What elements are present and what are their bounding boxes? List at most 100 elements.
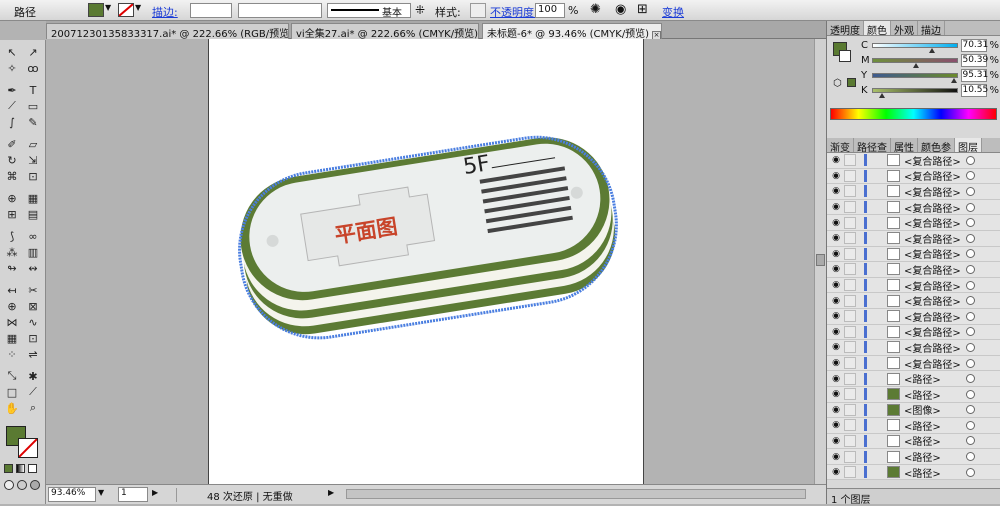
target-icon[interactable] <box>966 186 975 196</box>
gradient-tool-icon[interactable]: ▤ <box>23 206 43 222</box>
target-icon[interactable] <box>966 296 975 306</box>
align-icon[interactable]: ⊞ <box>637 2 648 17</box>
layers-panel-tab[interactable]: 颜色参 <box>918 138 955 154</box>
lock-toggle[interactable] <box>844 450 856 463</box>
target-icon[interactable] <box>966 249 975 259</box>
opacity-label[interactable]: 不透明度: <box>490 4 538 20</box>
brush-field[interactable]: 基本 <box>327 3 411 19</box>
scissors-tool-icon[interactable]: ✂ <box>23 282 43 298</box>
stroke-none-swatch[interactable] <box>118 3 134 17</box>
none-mode-button[interactable] <box>28 464 37 473</box>
target-icon[interactable] <box>966 202 975 212</box>
layer-row[interactable]: ◉ <图像> <box>827 402 1000 419</box>
type-tool-icon[interactable]: T <box>23 82 43 98</box>
layer-row[interactable]: ◉ <复合路径> <box>827 184 1000 200</box>
globe-tool-icon[interactable]: ⊕ <box>2 298 22 314</box>
zoom-dropdown-icon[interactable]: ▼ <box>98 488 104 497</box>
slider-thumb[interactable] <box>878 93 885 98</box>
lasso-tool-icon[interactable]: ꝏ <box>23 60 43 76</box>
target-icon[interactable] <box>966 420 975 430</box>
eye-icon[interactable]: ◉ <box>830 217 842 229</box>
arrow-tool-icon[interactable]: ⇌ <box>23 346 43 362</box>
target-icon[interactable] <box>966 264 975 274</box>
shape-builder-tool-icon[interactable]: ⊕ <box>2 190 22 206</box>
lock-toggle[interactable] <box>844 263 856 276</box>
lock-toggle[interactable] <box>844 388 856 401</box>
blob-brush-tool-icon[interactable]: ✐ <box>2 136 22 152</box>
tab-document-1[interactable]: 20071230135833317.ai* @ 222.66% (RGB/预览)… <box>46 23 289 39</box>
layer-row[interactable]: ◉ <复合路径> <box>827 153 1000 169</box>
print-tiling-tool-icon[interactable]: □ <box>2 384 22 400</box>
target-icon[interactable] <box>966 389 975 399</box>
target-icon[interactable] <box>966 155 975 165</box>
symbol-sprayer-tool-icon[interactable]: ⁂ <box>2 244 22 260</box>
target-icon[interactable] <box>966 374 975 384</box>
layer-name[interactable]: <复合路径> <box>904 324 962 339</box>
lock-toggle[interactable] <box>844 341 856 354</box>
zoom-tool-icon[interactable]: ⌕ <box>23 400 43 416</box>
lock-toggle[interactable] <box>844 232 856 245</box>
channel-slider[interactable] <box>872 88 959 98</box>
channel-value[interactable]: 95.31 <box>961 69 988 82</box>
channel-value[interactable]: 50.39 <box>961 54 988 67</box>
panel-stroke-swatch[interactable] <box>839 50 851 62</box>
eye-icon[interactable]: ◉ <box>830 357 842 369</box>
layer-name[interactable]: <复合路径> <box>904 168 962 183</box>
eye-icon[interactable]: ◉ <box>830 170 842 182</box>
layer-name[interactable]: <路径> <box>904 371 962 386</box>
slider-thumb[interactable] <box>950 78 957 83</box>
style-picker-button[interactable] <box>470 3 486 18</box>
fill-dropdown-icon[interactable]: ▼ <box>105 3 111 12</box>
tab-document-2[interactable]: vi全集27.ai* @ 222.66% (CMYK/预览)× <box>291 23 479 39</box>
layer-name[interactable]: <复合路径> <box>904 309 962 324</box>
eye-icon[interactable]: ◉ <box>830 435 842 447</box>
layer-name[interactable]: <路径> <box>904 387 962 402</box>
lock-toggle[interactable] <box>844 185 856 198</box>
channel-slider[interactable] <box>872 43 959 53</box>
color-panel-tab[interactable]: 透明度 <box>827 21 864 37</box>
eye-icon[interactable]: ◉ <box>830 185 842 197</box>
layer-name[interactable]: <复合路径> <box>904 184 962 199</box>
draw-behind-button[interactable] <box>17 480 27 490</box>
stroke-color-box[interactable] <box>18 438 38 458</box>
eye-icon[interactable]: ◉ <box>830 154 842 166</box>
perspective-tool-icon[interactable]: ▦ <box>23 190 43 206</box>
target-icon[interactable] <box>966 280 975 290</box>
target-icon[interactable] <box>966 467 975 477</box>
stroke-dropdown-icon[interactable]: ▼ <box>135 3 141 12</box>
lock-toggle[interactable] <box>844 201 856 214</box>
mesh-tool-icon[interactable]: ⊞ <box>2 206 22 222</box>
width-tool-icon[interactable]: ⋈ <box>2 314 22 330</box>
layers-panel-tab[interactable]: 图层 <box>955 138 982 154</box>
free-transform-tool-icon[interactable]: ⊡ <box>23 168 43 184</box>
symbol-tool-icon[interactable]: ✱ <box>23 368 43 384</box>
stroke-weight-field[interactable] <box>190 3 232 18</box>
vertical-scrollbar[interactable] <box>814 39 826 484</box>
fill-swatch[interactable] <box>88 3 104 17</box>
cube-icon[interactable]: ⬡ <box>833 78 842 89</box>
eye-icon[interactable]: ◉ <box>830 326 842 338</box>
last-color-swatch[interactable] <box>847 78 856 87</box>
eye-icon[interactable]: ◉ <box>830 279 842 291</box>
slice-tool-icon[interactable]: ↭ <box>23 260 43 276</box>
layers-panel-tab[interactable]: 路径查 <box>854 138 891 154</box>
layer-name[interactable]: <复合路径> <box>904 231 962 246</box>
layer-name[interactable]: <路径> <box>904 449 962 464</box>
slider-thumb[interactable] <box>912 63 919 68</box>
lock-toggle[interactable] <box>844 294 856 307</box>
color-mode-button[interactable] <box>4 464 13 473</box>
target-icon[interactable] <box>966 436 975 446</box>
layer-row[interactable]: ◉ <复合路径> <box>827 215 1000 231</box>
warp-alt-tool-icon[interactable]: ∿ <box>23 314 43 330</box>
status-menu-icon[interactable]: ▶ <box>328 488 334 497</box>
lock-toggle[interactable] <box>844 372 856 385</box>
magic-wand-tool-icon[interactable]: ✧ <box>2 60 22 76</box>
layer-row[interactable]: ◉ <路径> <box>827 418 1000 434</box>
knife-tool-icon[interactable]: ⟋ <box>23 384 43 400</box>
lock-toggle[interactable] <box>844 403 856 416</box>
layer-row[interactable]: ◉ <路径> <box>827 371 1000 387</box>
eye-icon[interactable]: ◉ <box>830 201 842 213</box>
layer-name[interactable]: <复合路径> <box>904 356 962 371</box>
slider-thumb[interactable] <box>929 48 936 53</box>
paintbrush-tool-icon[interactable]: ∫ <box>2 114 22 130</box>
